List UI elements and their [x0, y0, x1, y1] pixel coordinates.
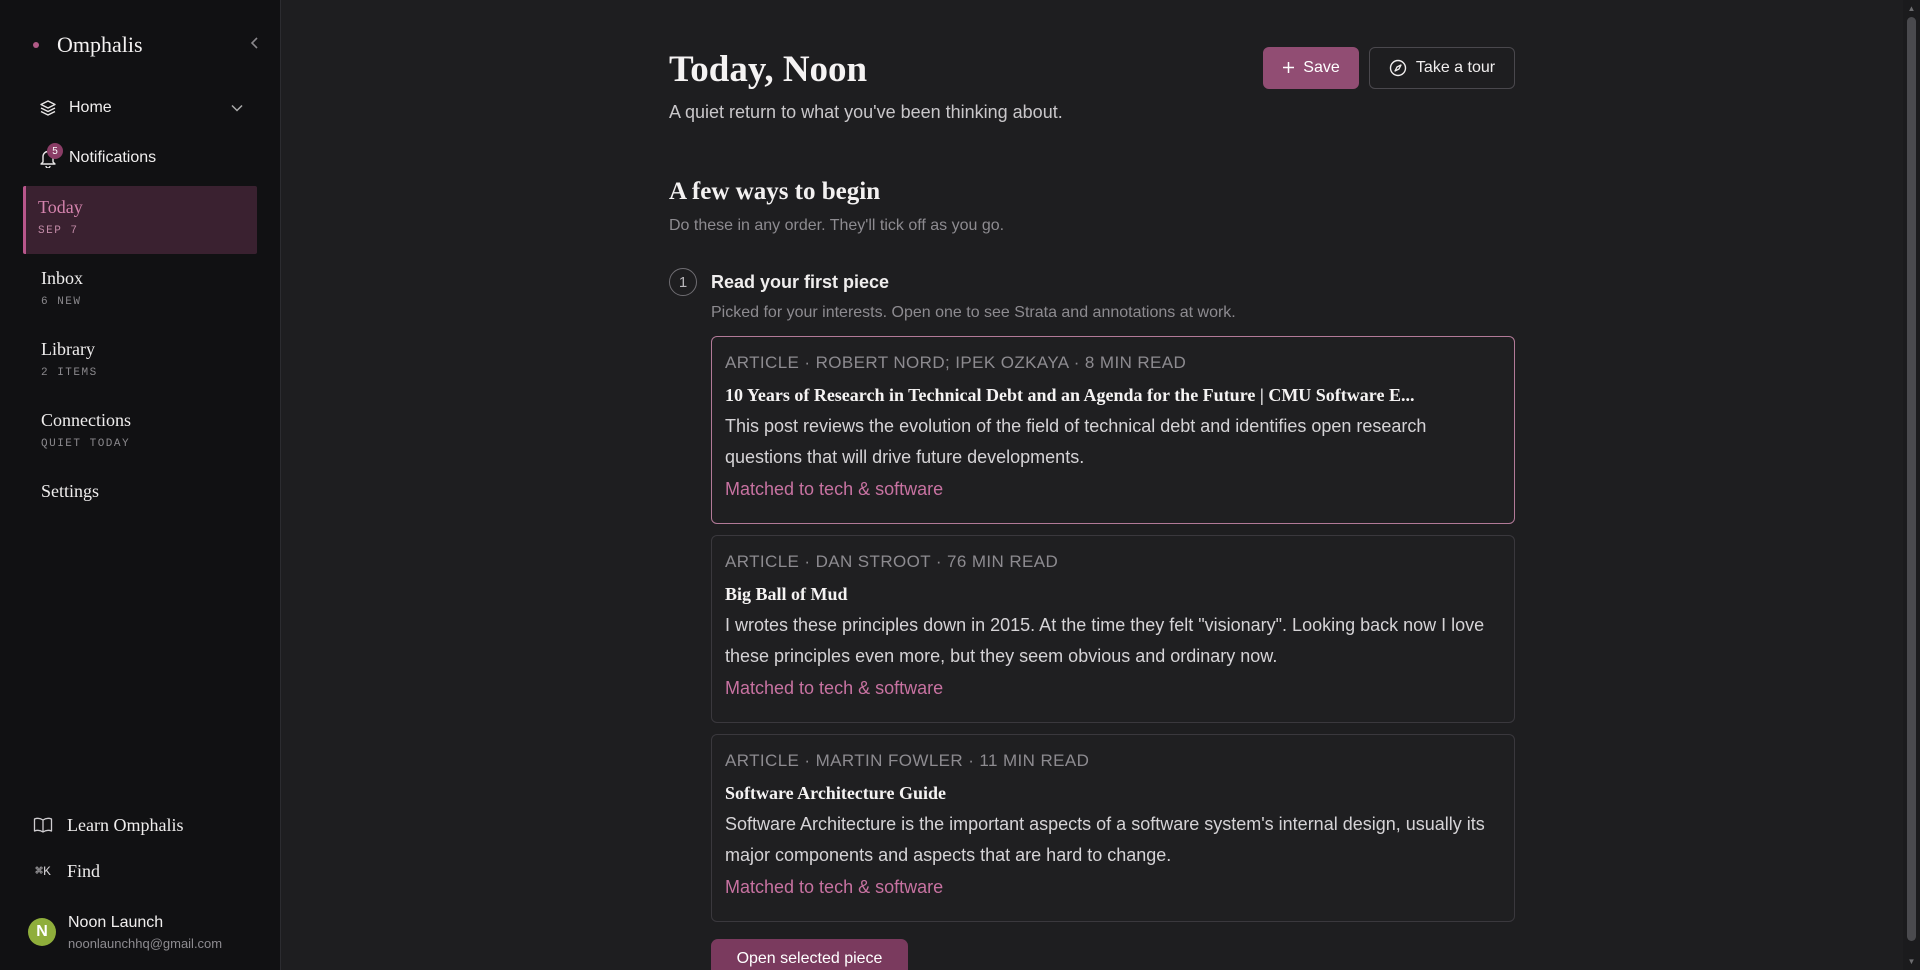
sidebar-item-label: Home	[69, 99, 112, 116]
user-email: noonlaunchhq@gmail.com	[68, 935, 223, 951]
compass-icon	[1389, 59, 1407, 77]
scroll-thumb[interactable]	[1907, 17, 1916, 941]
sidebar-item-connections[interactable]: Connections QUIET TODAY	[23, 399, 257, 467]
article-title: 10 Years of Research in Technical Debt a…	[725, 385, 1415, 405]
sidebar: Omphalis Home 5 Notifications Today SEP …	[0, 0, 281, 970]
layers-icon	[37, 97, 59, 119]
collapse-sidebar-icon[interactable]	[250, 36, 260, 54]
article-match-tag: Matched to tech & software	[725, 678, 944, 698]
avatar: N	[28, 918, 56, 946]
brand-name: Omphalis	[57, 32, 143, 57]
learn-omphalis-link[interactable]: Learn Omphalis	[23, 802, 257, 848]
sidebar-item-title: Settings	[41, 481, 100, 501]
save-button[interactable]: Save	[1263, 47, 1359, 89]
sidebar-item-title: Today	[38, 197, 83, 217]
save-label: Save	[1303, 59, 1340, 76]
sidebar-item-title: Library	[41, 339, 95, 359]
article-card[interactable]: ARTICLE · MARTIN FOWLER · 11 MIN READ So…	[711, 734, 1515, 922]
step-number: 1	[669, 268, 697, 296]
find-label: Find	[67, 860, 101, 881]
learn-label: Learn Omphalis	[67, 814, 184, 835]
main-content: Today, Noon A quiet return to what you'v…	[281, 0, 1920, 970]
article-description: Software Architecture is the important a…	[725, 814, 1485, 865]
brand: Omphalis	[23, 30, 260, 60]
scroll-down-icon[interactable]: ▼	[1906, 956, 1917, 967]
article-meta: ARTICLE · MARTIN FOWLER · 11 MIN READ	[725, 751, 1090, 770]
tour-label: Take a tour	[1415, 59, 1496, 76]
step-subtitle: Picked for your interests. Open one to s…	[711, 304, 1236, 321]
article-card[interactable]: ARTICLE · DAN STROOT · 76 MIN READ Big B…	[711, 535, 1515, 723]
book-icon	[32, 817, 54, 833]
sidebar-item-inbox[interactable]: Inbox 6 NEW	[23, 257, 257, 325]
page-subtitle: A quiet return to what you've been think…	[669, 102, 1063, 122]
find-shortcut: ⌘K	[35, 863, 51, 879]
app: Omphalis Home 5 Notifications Today SEP …	[0, 0, 1920, 970]
sidebar-item-subtitle: 6 NEW	[41, 296, 82, 308]
article-description: This post reviews the evolution of the f…	[725, 416, 1427, 467]
content-column: Today, Noon A quiet return to what you'v…	[669, 0, 1515, 970]
article-title: Software Architecture Guide	[725, 783, 946, 803]
sidebar-item-home[interactable]: Home	[23, 90, 257, 126]
sidebar-item-subtitle: 2 ITEMS	[41, 367, 98, 379]
find-button[interactable]: ⌘K Find	[23, 848, 257, 894]
article-description: I wrotes these principles down in 2015. …	[725, 615, 1485, 666]
sidebar-item-title: Inbox	[41, 268, 83, 288]
open-selected-piece-button[interactable]: Open selected piece	[711, 939, 908, 970]
sidebar-item-subtitle: SEP 7	[38, 225, 79, 237]
scrollbar[interactable]: ▲ ▼	[1903, 0, 1920, 970]
take-tour-button[interactable]: Take a tour	[1369, 47, 1515, 89]
article-match-tag: Matched to tech & software	[725, 877, 944, 897]
user-name: Noon Launch	[68, 913, 164, 931]
page-title: Today, Noon	[669, 49, 868, 90]
section-title: A few ways to begin	[669, 178, 881, 205]
article-match-tag: Matched to tech & software	[725, 479, 944, 499]
nav-main: Today SEP 7 Inbox 6 NEW Library 2 ITEMS …	[23, 186, 257, 541]
step-title: Read your first piece	[711, 272, 890, 292]
sidebar-item-notifications[interactable]: 5 Notifications	[23, 140, 257, 176]
article-card[interactable]: ARTICLE · ROBERT NORD; IPEK OZKAYA · 8 M…	[711, 336, 1515, 524]
article-list: ARTICLE · ROBERT NORD; IPEK OZKAYA · 8 M…	[711, 336, 1515, 933]
sidebar-item-subtitle: QUIET TODAY	[41, 438, 131, 450]
sidebar-item-title: Connections	[41, 410, 131, 430]
brand-dot-icon	[33, 42, 39, 48]
chevron-down-icon[interactable]	[231, 99, 243, 117]
article-title: Big Ball of Mud	[725, 584, 848, 604]
page-header: Today, Noon A quiet return to what you'v…	[669, 0, 1515, 135]
user-profile[interactable]: N Noon Launch noonlaunchhq@gmail.com	[23, 900, 257, 964]
sidebar-item-library[interactable]: Library 2 ITEMS	[23, 328, 257, 396]
section-subtitle: Do these in any order. They'll tick off …	[669, 217, 1005, 234]
plus-icon	[1282, 58, 1295, 79]
nav-bottom: Learn Omphalis ⌘K Find N Noon Launch noo…	[23, 802, 257, 970]
bell-icon: 5	[37, 143, 63, 169]
scroll-up-icon[interactable]: ▲	[1906, 3, 1917, 14]
nav-top: Home 5 Notifications	[23, 90, 257, 176]
sidebar-item-label: Notifications	[69, 149, 157, 166]
article-meta: ARTICLE · ROBERT NORD; IPEK OZKAYA · 8 M…	[725, 353, 1187, 372]
article-meta: ARTICLE · DAN STROOT · 76 MIN READ	[725, 552, 1059, 571]
notification-count-badge: 5	[47, 143, 63, 159]
sidebar-item-settings[interactable]: Settings	[23, 470, 257, 538]
user-info: Noon Launch noonlaunchhq@gmail.com	[68, 914, 222, 951]
sidebar-item-today[interactable]: Today SEP 7	[23, 186, 257, 254]
